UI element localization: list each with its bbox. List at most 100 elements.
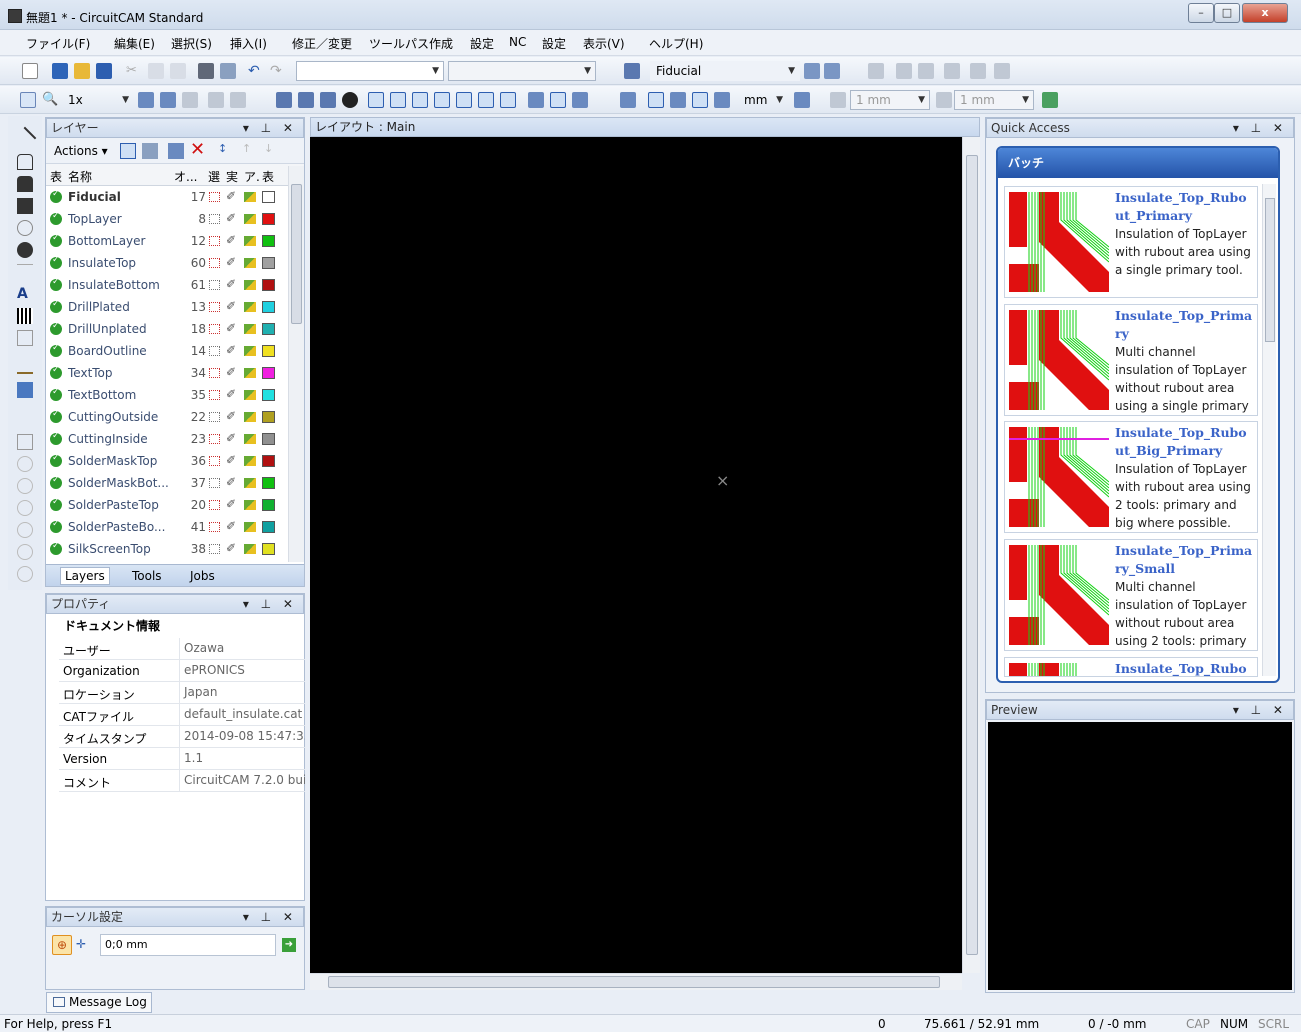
layer-row[interactable]: Fiducial 17 ✐ bbox=[46, 186, 286, 208]
close-button[interactable]: x bbox=[1242, 3, 1288, 23]
panel-controls[interactable]: ▾ ⊥ ✕ bbox=[243, 908, 297, 926]
batch-item-title[interactable]: Insulate_Top_Primary_Small bbox=[1115, 542, 1255, 578]
select-icon[interactable] bbox=[276, 92, 292, 108]
batch-item-title[interactable]: Insulate_Top_Rubout_Primary bbox=[1115, 189, 1255, 225]
layer-color-swatch[interactable] bbox=[262, 389, 275, 401]
play-icon[interactable] bbox=[17, 456, 33, 472]
zoom-all-icon[interactable] bbox=[160, 92, 176, 108]
select-toggle-icon[interactable] bbox=[209, 258, 220, 268]
line-tool-icon[interactable] bbox=[13, 126, 37, 150]
layer-attr-icon[interactable] bbox=[244, 500, 256, 510]
batch-item[interactable]: Insulate_Top_Primary Multi channel insula… bbox=[1004, 304, 1258, 416]
pen-icon[interactable]: ✐ bbox=[226, 233, 236, 247]
visible-check-icon[interactable] bbox=[50, 475, 62, 489]
canvas-vscroll-thumb[interactable] bbox=[966, 155, 978, 955]
arc-tool-icon[interactable] bbox=[17, 264, 33, 280]
layer-attr-icon[interactable] bbox=[244, 368, 256, 378]
cut-icon[interactable]: ✂ bbox=[126, 63, 142, 79]
pen-icon[interactable]: ✐ bbox=[226, 211, 236, 225]
panel-controls[interactable]: ▾ ⊥ ✕ bbox=[243, 595, 297, 613]
col-order[interactable]: オ... bbox=[174, 168, 197, 185]
menu-help[interactable]: ヘルプ(H) bbox=[649, 35, 703, 52]
cursor-input[interactable]: 0;0 mm bbox=[100, 934, 276, 956]
layer-tool-icon[interactable] bbox=[804, 63, 820, 79]
property-row[interactable]: ロケーション Japan bbox=[59, 682, 305, 704]
draw-icon-7[interactable] bbox=[500, 92, 516, 108]
layer-attr-icon[interactable] bbox=[244, 412, 256, 422]
snap-icon-4[interactable] bbox=[692, 92, 708, 108]
layer-row[interactable]: SilkScreenTop 38 ✐ bbox=[46, 538, 286, 556]
grid-combo-1[interactable]: 1 mm ▼ bbox=[850, 90, 930, 110]
visible-check-icon[interactable] bbox=[50, 321, 62, 335]
col-display[interactable]: 表 bbox=[262, 168, 274, 185]
draw-icon-3[interactable] bbox=[412, 92, 428, 108]
select-toggle-icon[interactable] bbox=[209, 280, 220, 290]
layer-color-swatch[interactable] bbox=[262, 323, 275, 335]
snap-grid-icon[interactable] bbox=[936, 92, 952, 108]
minimize-button[interactable]: – bbox=[1188, 3, 1214, 23]
visible-check-icon[interactable] bbox=[50, 211, 62, 225]
node-icon-1[interactable] bbox=[528, 92, 544, 108]
angle-icon[interactable] bbox=[714, 92, 730, 108]
message-log-tab[interactable]: Message Log bbox=[46, 992, 152, 1013]
grid-icon[interactable] bbox=[830, 92, 846, 108]
select-toggle-icon[interactable] bbox=[209, 214, 220, 224]
layer-row[interactable]: SolderPasteTop 20 ✐ bbox=[46, 494, 286, 516]
menu-file[interactable]: ファイル(F) bbox=[26, 35, 90, 52]
draw-icon-2[interactable] bbox=[390, 92, 406, 108]
layer-attr-icon[interactable] bbox=[244, 280, 256, 290]
zoom-sel-icon[interactable] bbox=[182, 92, 198, 108]
layer-row[interactable]: SolderMaskBot... 37 ✐ bbox=[46, 472, 286, 494]
new-icon[interactable] bbox=[22, 63, 38, 79]
paste-icon[interactable] bbox=[170, 63, 186, 79]
menu-modify[interactable]: 修正／変更 bbox=[292, 35, 352, 52]
layer-color-swatch[interactable] bbox=[262, 191, 275, 203]
zoom-icon[interactable]: 🔍 bbox=[42, 92, 58, 108]
col-visible[interactable]: 表 bbox=[50, 168, 62, 185]
zoom-in-icon[interactable] bbox=[138, 92, 154, 108]
zoom-combo[interactable]: 1x ▼ bbox=[62, 90, 134, 110]
layer-attr-icon[interactable] bbox=[244, 192, 256, 202]
select2-icon[interactable] bbox=[298, 92, 314, 108]
menu-toolpath[interactable]: ツールパス作成 bbox=[369, 35, 453, 52]
layer-row[interactable]: TextTop 34 ✐ bbox=[46, 362, 286, 384]
layer-color-swatch[interactable] bbox=[262, 213, 275, 225]
layer-color-swatch[interactable] bbox=[262, 499, 275, 511]
layer-attr-icon[interactable] bbox=[244, 324, 256, 334]
batch-item-title[interactable]: Insulate_Top_Primary bbox=[1115, 307, 1255, 343]
pen-icon[interactable]: ✐ bbox=[226, 475, 236, 489]
panel-controls[interactable]: ▾ ⊥ ✕ bbox=[1233, 701, 1287, 719]
layer-attr-icon[interactable] bbox=[244, 456, 256, 466]
menu-view[interactable]: 表示(V) bbox=[583, 35, 625, 52]
layer-attr-icon[interactable] bbox=[244, 236, 256, 246]
visible-check-icon[interactable] bbox=[50, 497, 62, 511]
find-icon[interactable] bbox=[208, 92, 224, 108]
grid-combo-2[interactable]: 1 mm ▼ bbox=[954, 90, 1034, 110]
layer-row[interactable]: CuttingInside 23 ✐ bbox=[46, 428, 286, 450]
fiducial-tool-icon[interactable] bbox=[17, 330, 33, 346]
select-toggle-icon[interactable] bbox=[209, 478, 220, 488]
visible-check-icon[interactable] bbox=[50, 387, 62, 401]
col-real[interactable]: 実 bbox=[226, 168, 238, 185]
transform2-icon[interactable] bbox=[994, 63, 1010, 79]
layer-color-swatch[interactable] bbox=[262, 301, 275, 313]
canvas-hscroll-thumb[interactable] bbox=[328, 976, 940, 988]
save-all-icon[interactable] bbox=[52, 63, 68, 79]
visible-check-icon[interactable] bbox=[50, 343, 62, 357]
visible-check-icon[interactable] bbox=[50, 365, 62, 379]
tab-jobs[interactable]: Jobs bbox=[190, 569, 215, 583]
print-icon[interactable] bbox=[198, 63, 214, 79]
layer-attr-icon[interactable] bbox=[244, 390, 256, 400]
mirror-icon[interactable] bbox=[896, 63, 912, 79]
layer-color-swatch[interactable] bbox=[262, 235, 275, 247]
layer-color-swatch[interactable] bbox=[262, 257, 275, 269]
pen-icon[interactable]: ✐ bbox=[226, 519, 236, 533]
layer-row[interactable]: InsulateTop 60 ✐ bbox=[46, 252, 286, 274]
ring-tool-icon[interactable] bbox=[17, 220, 33, 236]
pen-icon[interactable]: ✐ bbox=[226, 255, 236, 269]
visible-check-icon[interactable] bbox=[50, 541, 62, 555]
layout-canvas[interactable]: × bbox=[310, 137, 962, 973]
snap-icon-1[interactable] bbox=[620, 92, 636, 108]
print-preview-icon[interactable] bbox=[220, 63, 236, 79]
visible-check-icon[interactable] bbox=[50, 233, 62, 247]
